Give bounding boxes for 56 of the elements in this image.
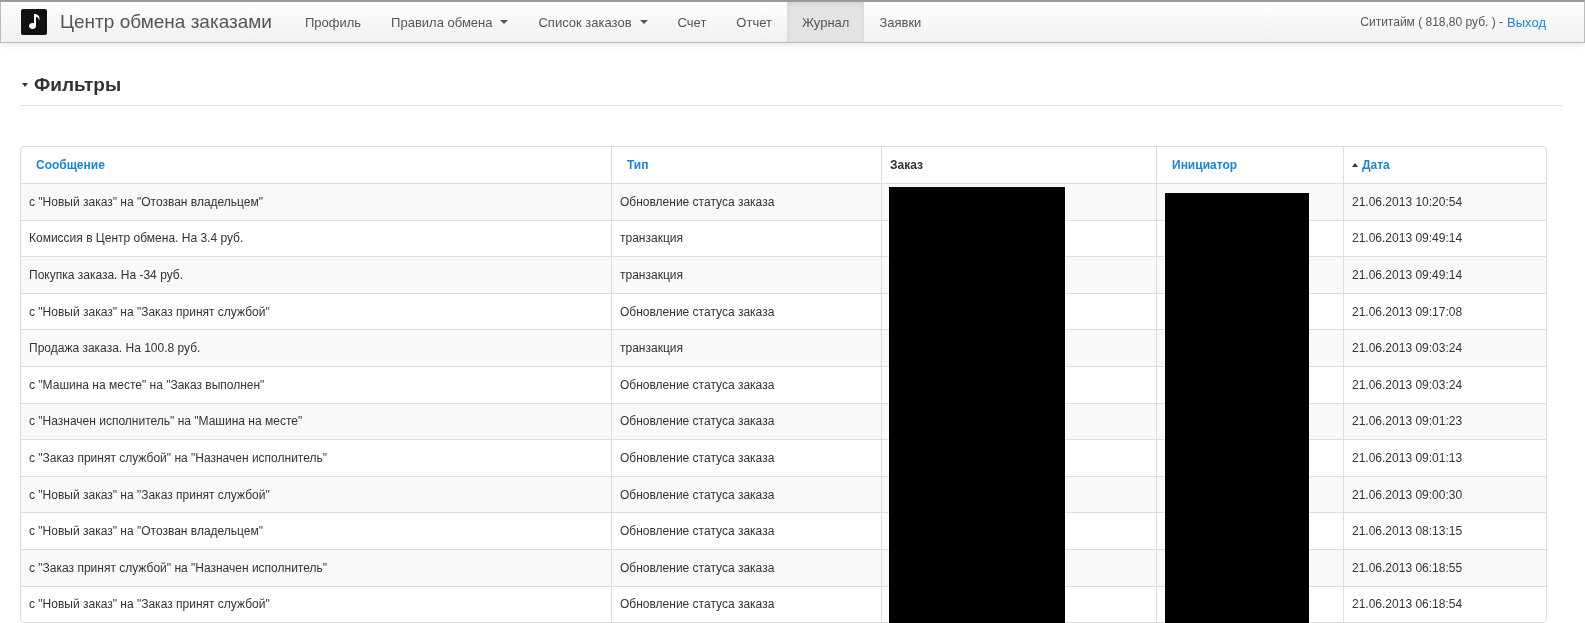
nav-tab[interactable]: Журнал <box>786 2 865 42</box>
nav-tab[interactable]: Список заказов <box>523 2 663 42</box>
music-note-icon[interactable] <box>21 9 47 35</box>
column-header: Заказ <box>890 158 923 172</box>
table-cell: с "Машина на месте" на "Заказ выполнен" <box>29 377 265 392</box>
column-header[interactable]: Сообщение <box>36 158 105 172</box>
table-cell: с "Заказ принят службой" на "Назначен исполнитель" <box>29 560 327 575</box>
table-cell: транзакция <box>620 341 683 356</box>
caret-icon <box>639 20 648 24</box>
caret-icon <box>500 20 509 24</box>
account-balance: Сититайм ( 818,80 руб. ) - <box>1360 14 1504 30</box>
table-cell: 21.06.2013 09:49:14 <box>1352 231 1463 246</box>
table-cell: с "Новый заказ" на "Отозван владельцем" <box>29 524 264 539</box>
table-cell: Обновление статуса заказа <box>620 304 775 319</box>
table-cell: с "Новый заказ" на "Заказ принят службой" <box>29 597 270 612</box>
table-cell: Обновление статуса заказа <box>620 524 775 539</box>
nav-tab[interactable]: Отчет <box>721 2 787 42</box>
table-cell: с "Новый заказ" на "Заказ принят службой" <box>29 487 270 502</box>
table-cell: Покупка заказа. На -34 руб. <box>29 268 183 282</box>
nav-tab[interactable]: Правила обмена <box>376 2 524 42</box>
table-cell: 21.06.2013 09:03:24 <box>1352 341 1463 356</box>
nav-tab[interactable]: Профиль <box>290 2 377 42</box>
nav-tab[interactable]: Счет <box>662 2 722 42</box>
table-cell: транзакция <box>620 268 683 282</box>
table-cell: с "Новый заказ" на "Заказ принят службой" <box>29 304 270 319</box>
table-cell: 21.06.2013 09:03:24 <box>1352 377 1463 392</box>
filters-heading[interactable]: Фильтры <box>34 74 122 96</box>
brand-title[interactable]: Центр обмена заказами <box>60 11 272 33</box>
table-cell: 21.06.2013 10:20:54 <box>1352 194 1463 209</box>
table-cell: 21.06.2013 09:49:14 <box>1352 268 1463 282</box>
table-cell: Обновление статуса заказа <box>620 194 775 209</box>
table-cell: Обновление статуса заказа <box>620 560 775 575</box>
table-cell: 21.06.2013 08:13:15 <box>1352 524 1463 539</box>
table-cell: Продажа заказа. На 100.8 руб. <box>29 341 201 356</box>
column-header[interactable]: Дата <box>1352 158 1390 172</box>
table-cell: 21.06.2013 09:01:13 <box>1352 450 1463 465</box>
table-cell: транзакция <box>620 231 683 246</box>
column-header[interactable]: Тип <box>627 158 649 172</box>
column-header[interactable]: Инициатор <box>1172 158 1238 172</box>
table-cell: 21.06.2013 06:18:55 <box>1352 560 1463 575</box>
nav-tab[interactable]: Заявки <box>864 2 937 42</box>
logout-link[interactable]: Выход <box>1507 14 1546 30</box>
table-cell: с "Заказ принят службой" на "Назначен исполнитель" <box>29 450 327 465</box>
table-cell: с "Назначен исполнитель" на "Машина на месте" <box>29 414 303 429</box>
table-cell: Обновление статуса заказа <box>620 487 775 502</box>
table-cell: Обновление статуса заказа <box>620 377 775 392</box>
table-cell: 21.06.2013 09:01:23 <box>1352 414 1463 429</box>
caret-icon[interactable] <box>22 83 28 87</box>
table-cell: Обновление статуса заказа <box>620 597 775 612</box>
table-cell: 21.06.2013 09:00:30 <box>1352 487 1463 502</box>
table-cell: Комиссия в Центр обмена. На 3.4 руб. <box>29 231 244 246</box>
table-cell: 21.06.2013 09:17:08 <box>1352 304 1463 319</box>
table-cell: с "Новый заказ" на "Отозван владельцем" <box>29 194 264 209</box>
table-cell: Обновление статуса заказа <box>620 414 775 429</box>
table-cell: Обновление статуса заказа <box>620 450 775 465</box>
table-cell: 21.06.2013 06:18:54 <box>1352 597 1463 612</box>
